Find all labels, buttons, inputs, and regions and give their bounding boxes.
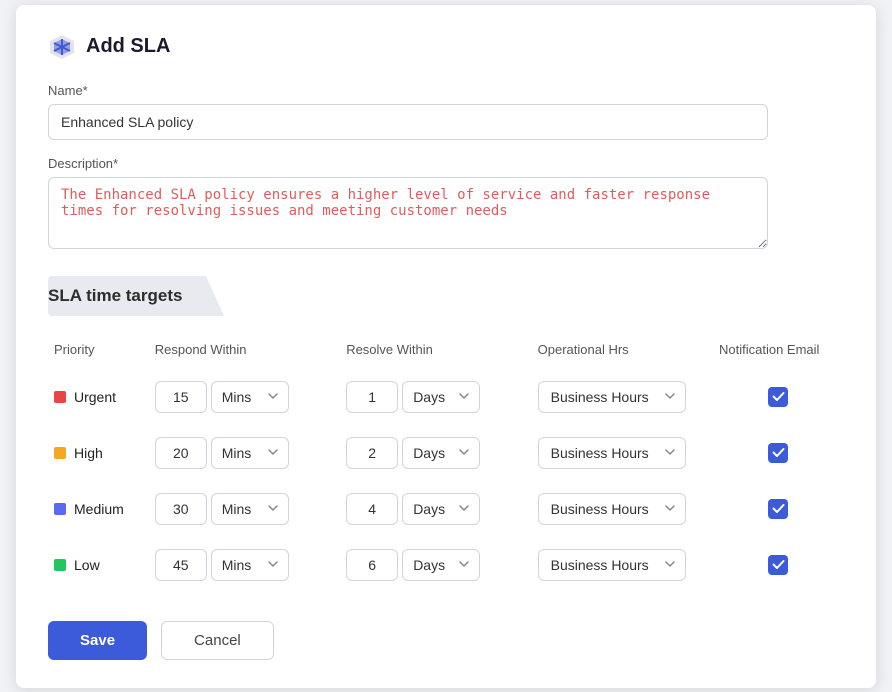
resolve-group: MinsHoursDays	[346, 381, 525, 413]
resolve-group: MinsHoursDays	[346, 549, 525, 581]
resolve-unit-select[interactable]: MinsHoursDays	[402, 381, 480, 413]
respond-group: MinsHoursDays	[155, 493, 334, 525]
footer-actions: Save Cancel	[48, 621, 844, 660]
respond-value-input[interactable]	[155, 549, 207, 581]
logo-icon	[48, 33, 76, 61]
save-button[interactable]: Save	[48, 621, 147, 660]
respond-value-input[interactable]	[155, 381, 207, 413]
respond-group: MinsHoursDays	[155, 437, 334, 469]
priority-cell: High	[54, 445, 143, 461]
resolve-value-input[interactable]	[346, 381, 398, 413]
col-header-respond: Respond Within	[149, 334, 340, 369]
section-title-bg: SLA time targets	[48, 276, 206, 316]
resolve-value-input[interactable]	[346, 493, 398, 525]
resolve-unit-select[interactable]: MinsHoursDays	[402, 549, 480, 581]
section-title: SLA time targets	[48, 286, 182, 305]
respond-value-input[interactable]	[155, 493, 207, 525]
checkbox-container	[719, 555, 838, 575]
ops-select[interactable]: Business HoursCalendar Hours24/7	[538, 437, 686, 469]
priority-label: Low	[74, 557, 100, 573]
sla-table: Priority Respond Within Resolve Within O…	[48, 334, 844, 593]
resolve-unit-select[interactable]: MinsHoursDays	[402, 437, 480, 469]
resolve-unit-select[interactable]: MinsHoursDays	[402, 493, 480, 525]
priority-dot	[54, 503, 66, 515]
ops-select[interactable]: Business HoursCalendar Hours24/7	[538, 549, 686, 581]
priority-cell: Low	[54, 557, 143, 573]
respond-unit-select[interactable]: MinsHoursDays	[211, 381, 289, 413]
ops-select[interactable]: Business HoursCalendar Hours24/7	[538, 493, 686, 525]
resolve-group: MinsHoursDays	[346, 437, 525, 469]
respond-group: MinsHoursDays	[155, 381, 334, 413]
resolve-value-input[interactable]	[346, 549, 398, 581]
notification-cell	[713, 537, 844, 593]
notification-cell	[713, 425, 844, 481]
cancel-button[interactable]: Cancel	[161, 621, 274, 660]
respond-unit-select[interactable]: MinsHoursDays	[211, 493, 289, 525]
col-header-notif: Notification Email	[713, 334, 844, 369]
modal-title: Add SLA	[86, 35, 170, 58]
add-sla-modal: Add SLA Name* Description* The Enhanced …	[16, 5, 876, 688]
table-row: Urgent MinsHoursDays MinsHoursDays Busin…	[48, 369, 844, 425]
notification-checkbox[interactable]	[768, 499, 788, 519]
priority-dot	[54, 447, 66, 459]
notification-checkbox[interactable]	[768, 443, 788, 463]
respond-unit-select[interactable]: MinsHoursDays	[211, 437, 289, 469]
priority-label: High	[74, 445, 103, 461]
section-header: SLA time targets	[48, 276, 844, 316]
name-field-group: Name*	[48, 83, 844, 140]
priority-cell: Medium	[54, 501, 143, 517]
table-row: Medium MinsHoursDays MinsHoursDays Busin…	[48, 481, 844, 537]
ops-select[interactable]: Business HoursCalendar Hours24/7	[538, 381, 686, 413]
notification-checkbox[interactable]	[768, 555, 788, 575]
description-textarea[interactable]: The Enhanced SLA policy ensures a higher…	[48, 177, 768, 249]
table-row: Low MinsHoursDays MinsHoursDays Business…	[48, 537, 844, 593]
respond-value-input[interactable]	[155, 437, 207, 469]
checkbox-container	[719, 443, 838, 463]
description-label: Description*	[48, 156, 844, 171]
name-label: Name*	[48, 83, 844, 98]
resolve-group: MinsHoursDays	[346, 493, 525, 525]
modal-header: Add SLA	[48, 33, 844, 61]
priority-cell: Urgent	[54, 389, 143, 405]
col-header-ops: Operational Hrs	[532, 334, 713, 369]
priority-label: Urgent	[74, 389, 116, 405]
table-row: High MinsHoursDays MinsHoursDays Busines…	[48, 425, 844, 481]
notification-checkbox[interactable]	[768, 387, 788, 407]
resolve-value-input[interactable]	[346, 437, 398, 469]
priority-label: Medium	[74, 501, 124, 517]
checkbox-container	[719, 387, 838, 407]
priority-dot	[54, 559, 66, 571]
priority-dot	[54, 391, 66, 403]
col-header-resolve: Resolve Within	[340, 334, 531, 369]
name-input[interactable]	[48, 104, 768, 140]
col-header-priority: Priority	[48, 334, 149, 369]
notification-cell	[713, 369, 844, 425]
notification-cell	[713, 481, 844, 537]
respond-group: MinsHoursDays	[155, 549, 334, 581]
description-field-group: Description* The Enhanced SLA policy ens…	[48, 156, 844, 252]
checkbox-container	[719, 499, 838, 519]
respond-unit-select[interactable]: MinsHoursDays	[211, 549, 289, 581]
